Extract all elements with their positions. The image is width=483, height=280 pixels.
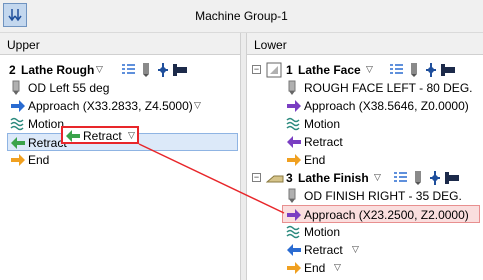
drag-connector-line xyxy=(138,143,285,214)
